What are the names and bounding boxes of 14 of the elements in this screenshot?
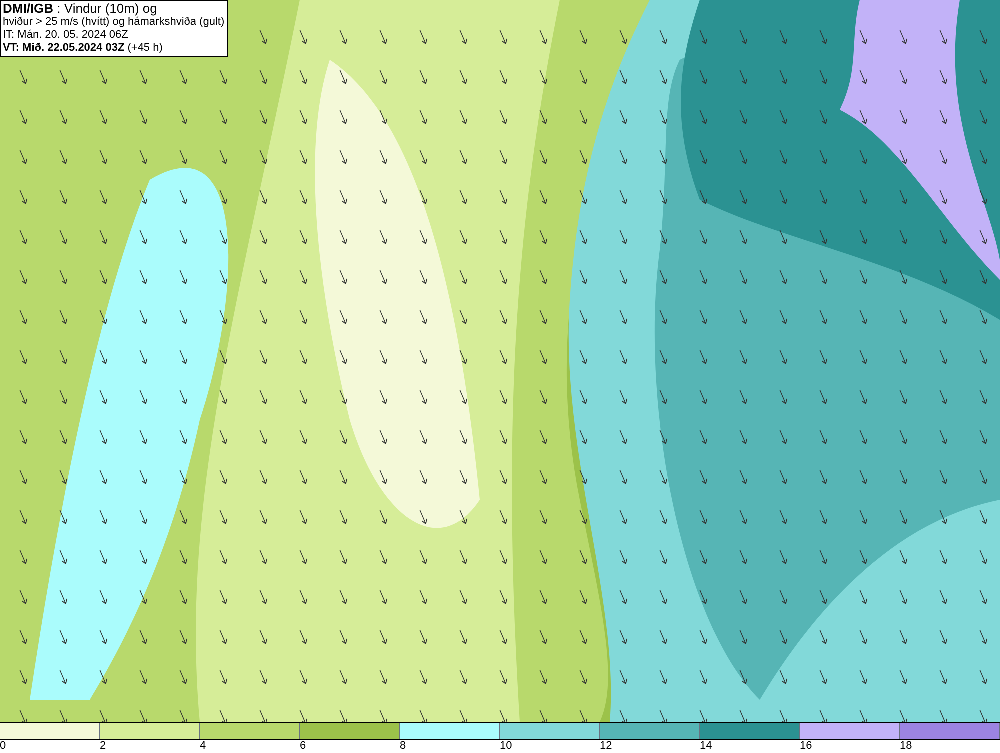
- legend-label: 8: [400, 740, 406, 752]
- title-line: VT: Mið. 22.05.2024 03Z (+45 h): [3, 42, 164, 55]
- legend-label: 14: [700, 740, 712, 752]
- legend-label: 10: [500, 740, 512, 752]
- legend-label: 0: [0, 740, 6, 752]
- title-line: IT: Mán. 20. 05. 2024 06Z: [3, 29, 130, 42]
- legend-label: 4: [200, 740, 206, 752]
- legend-label: 12: [600, 740, 612, 752]
- title-line: DMI/IGB : Vindur (10m) og: [3, 2, 158, 16]
- legend-label: 16: [800, 740, 812, 752]
- legend-label: 18: [900, 740, 912, 752]
- legend-label: 6: [300, 740, 306, 752]
- legend-label: 2: [100, 740, 106, 752]
- title-line: hviður > 25 m/s (hvítt) og hámarkshviða (gult): [3, 16, 225, 29]
